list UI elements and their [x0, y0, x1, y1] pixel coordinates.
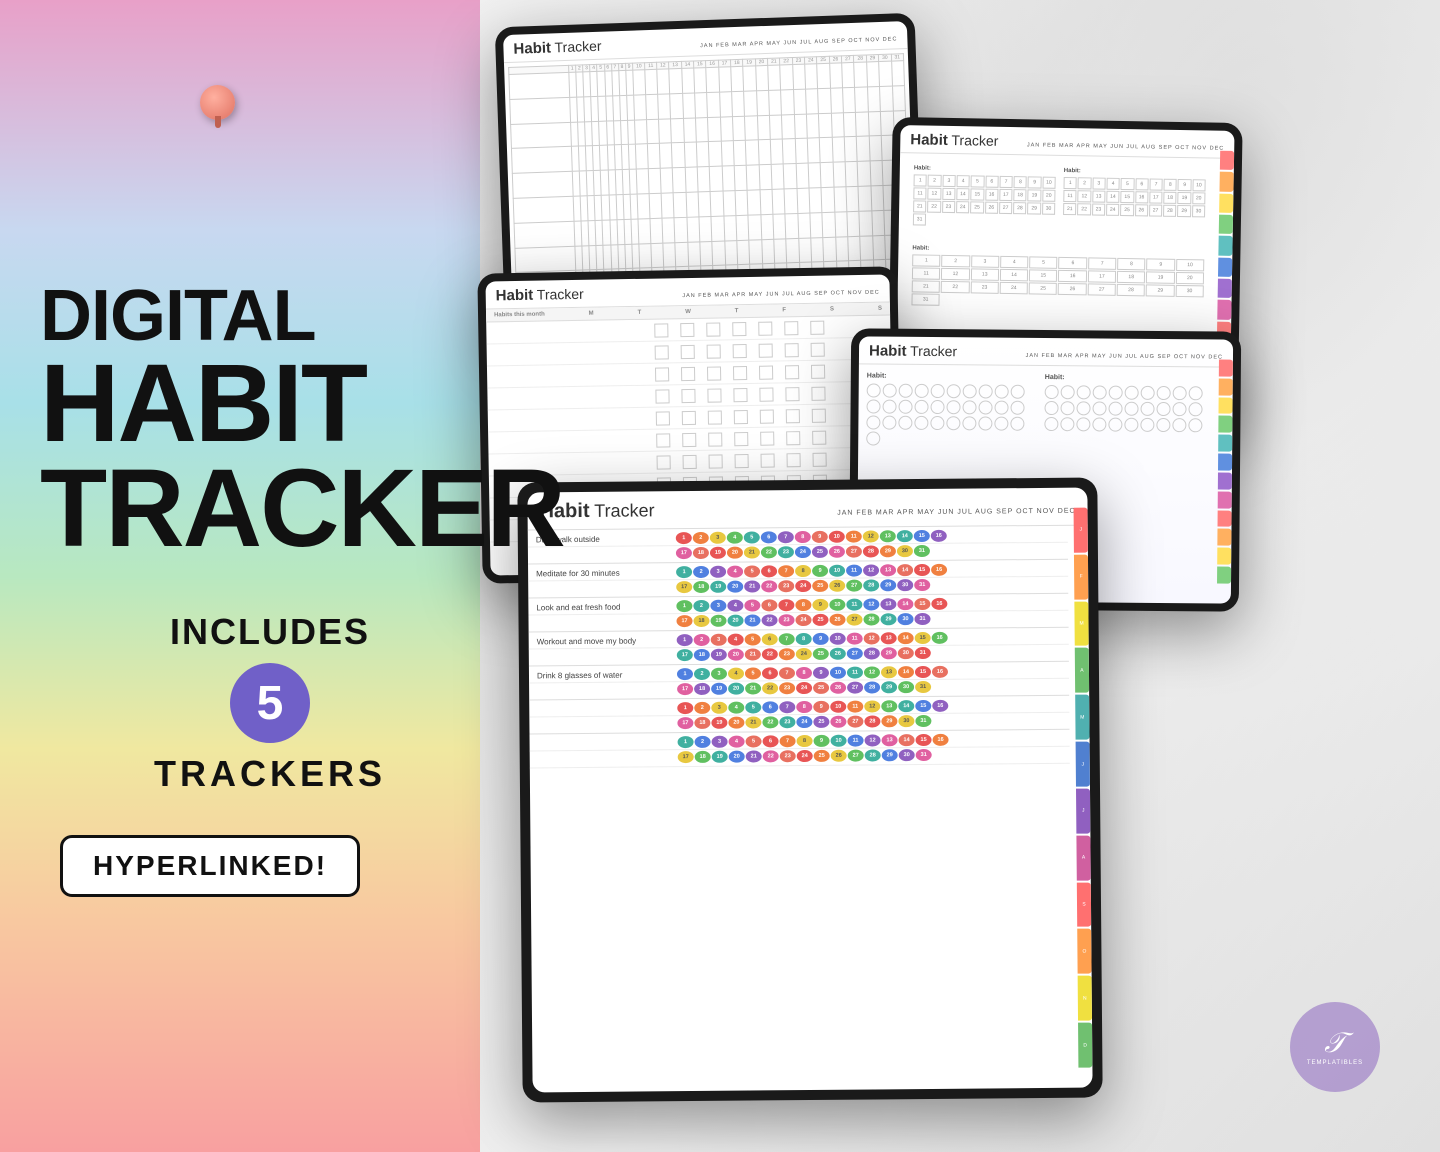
logo-watermark: 𝒯 TEMPLATIBLES [1290, 1002, 1380, 1092]
trackers-label: TRACKERS [154, 753, 386, 795]
cal-habit-2-title: Habit: [1064, 168, 1206, 176]
tab4-oct [1217, 529, 1231, 546]
tablet-1-months: JAN FEB MAR APR MAY JUN JUL AUG SEP OCT … [700, 36, 897, 49]
tab-mar [1219, 193, 1233, 213]
number-badge: 5 [230, 663, 310, 743]
cal-grid-3: 12345678910 11121314151617181920 2122232… [911, 254, 1204, 310]
tablet-3-title: Habit Tracker [496, 286, 584, 305]
week-col-t2: T [735, 308, 739, 314]
tab5-jul: J [1076, 789, 1090, 834]
habit-row-empty-2b: 171819202122232425262728293031 [530, 747, 1070, 769]
logo-symbol: 𝒯 [1324, 1028, 1345, 1060]
tab5-nov: N [1078, 976, 1092, 1021]
tab5-sep: S [1077, 882, 1091, 927]
tab5-jun: J [1076, 742, 1090, 787]
habit-name-fresh-food: Look and eat fresh food [536, 602, 676, 612]
week-col-w: W [685, 309, 691, 315]
tab-apr [1219, 215, 1233, 235]
circle-habit-1: Habit: [866, 372, 1035, 446]
tab5-apr: A [1075, 648, 1089, 693]
tab-jan [1220, 151, 1234, 171]
cal-habit-2: Habit: 12345678910 11121314151617181920 … [1063, 168, 1206, 230]
tab5-aug: A [1076, 835, 1090, 880]
tab5-jan: J [1074, 508, 1088, 553]
tablet-4-circles: Habit: Habit: [858, 364, 1233, 456]
tablet-5-tabs: J F M A M J J A S O N D [1074, 508, 1093, 1068]
circles-grid-2 [1044, 385, 1212, 432]
tab4-apr [1218, 416, 1232, 433]
tablet-5-screen: J F M A M J J A S O N D Habit Tracker JA… [527, 488, 1092, 1093]
tablet-2-cal-top: Habit: 12345678910 11121314151617181920 … [905, 159, 1214, 236]
tablet-5-header: Habit Tracker JAN FEB MAR APR MAY JUN JU… [527, 488, 1087, 531]
tab-jun [1218, 257, 1232, 277]
tablet-2-cal-bottom: Habit: 12345678910 11121314151617181920 … [903, 239, 1212, 316]
tablet-3-months: JAN FEB MAR APR MAY JUN JUL AUG SEP OCT … [682, 290, 879, 299]
weekly-row-1-name [486, 330, 646, 333]
tablet-4-title: Habit Tracker [869, 342, 957, 360]
tab4-nov [1217, 548, 1231, 565]
tab-jul [1218, 279, 1232, 299]
habit-numbers-daily-walk-1: 12345678910111213141516 [676, 529, 1048, 544]
week-col-s2: S [878, 306, 882, 312]
habit-name-water: Drink 8 glasses of water [537, 670, 677, 680]
tab5-feb: F [1074, 554, 1088, 599]
logo-text: TEMPLATIBLES [1307, 1060, 1363, 1066]
tablet-4-header: Habit Tracker JAN FEB MAR APR MAY JUN JU… [859, 336, 1233, 367]
circle-habit-2: Habit: [1044, 374, 1213, 448]
tab-feb [1219, 172, 1233, 192]
tab4-jun [1218, 454, 1232, 471]
thumbtack-icon [200, 85, 235, 120]
tab5-dec: D [1078, 1023, 1092, 1068]
tab4-jan [1219, 360, 1233, 377]
cal-habit-1-title: Habit: [914, 165, 1056, 173]
tablet-2-months: JAN FEB MAR APR MAY JUN JUL AUG SEP OCT … [1027, 142, 1224, 151]
circles-grid-1 [866, 383, 1035, 446]
tab5-oct: O [1077, 929, 1091, 974]
tracker-label: TRACKER [40, 457, 500, 562]
tab4-feb [1219, 378, 1233, 395]
cal-cell: 1 [914, 174, 928, 186]
week-col-t1: T [638, 310, 642, 316]
tab4-sep [1218, 510, 1232, 527]
habit-name-workout: Workout and move my body [537, 636, 677, 646]
cal-habit-1: Habit: 12345678910 11121314151617181920 … [913, 165, 1056, 227]
tablet-2-title: Habit Tracker [910, 131, 998, 150]
hyperlinked-badge: HYPERLINKED! [60, 835, 360, 897]
circle-habit-1-title: Habit: [867, 372, 1035, 380]
trackers-count: 5 [257, 676, 284, 731]
tab4-aug [1218, 491, 1232, 508]
cal-habit-3: Habit: 12345678910 11121314151617181920 … [911, 245, 1204, 310]
week-col-f: F [782, 307, 786, 313]
tab4-may [1218, 435, 1232, 452]
tablet-2-content: Habit: 12345678910 11121314151617181920 … [897, 153, 1234, 323]
tablet-5-months: JAN FEB MAR APR MAY JUN JUL AUG SEP OCT … [837, 508, 1075, 517]
week-col-s1: S [830, 306, 834, 312]
tablet-numbered: J F M A M J J A S O N D Habit Tracker JA… [517, 477, 1102, 1102]
week-col-m: M [589, 311, 594, 317]
tablet-4-months: JAN FEB MAR APR MAY JUN JUL AUG SEP OCT … [1026, 353, 1223, 361]
includes-section: INCLUDES 5 TRACKERS HYPERLINKED! [40, 611, 500, 897]
tab-may [1218, 236, 1232, 256]
tab4-dec [1217, 567, 1231, 584]
includes-label: INCLUDES [170, 611, 370, 653]
habit-label: HABIT [40, 352, 500, 457]
left-panel: DIGITAL HABIT TRACKER INCLUDES 5 TRACKER… [40, 280, 500, 897]
tab4-jul [1218, 472, 1232, 489]
tablet-1-title: Habit Tracker [513, 38, 602, 58]
cal-grid-2: 12345678910 11121314151617181920 2122232… [1063, 177, 1206, 217]
circle-habit-2-title: Habit: [1045, 374, 1213, 382]
tablets-container: Habit Tracker JAN FEB MAR APR MAY JUN JU… [460, 0, 1440, 1152]
hyperlinked-label: HYPERLINKED! [93, 850, 327, 881]
tab5-may: M [1075, 695, 1089, 740]
numbered-habit-rows: Daily walk outside 123456789101112131415… [528, 526, 1090, 769]
tab-aug [1217, 300, 1231, 320]
cal-grid-1: 12345678910 11121314151617181920 2122232… [913, 174, 1056, 227]
tab5-mar: M [1074, 601, 1088, 646]
week-col-habit: Habits this month [494, 312, 545, 319]
tab4-mar [1218, 397, 1232, 414]
tablet-4-tabs [1217, 360, 1233, 584]
